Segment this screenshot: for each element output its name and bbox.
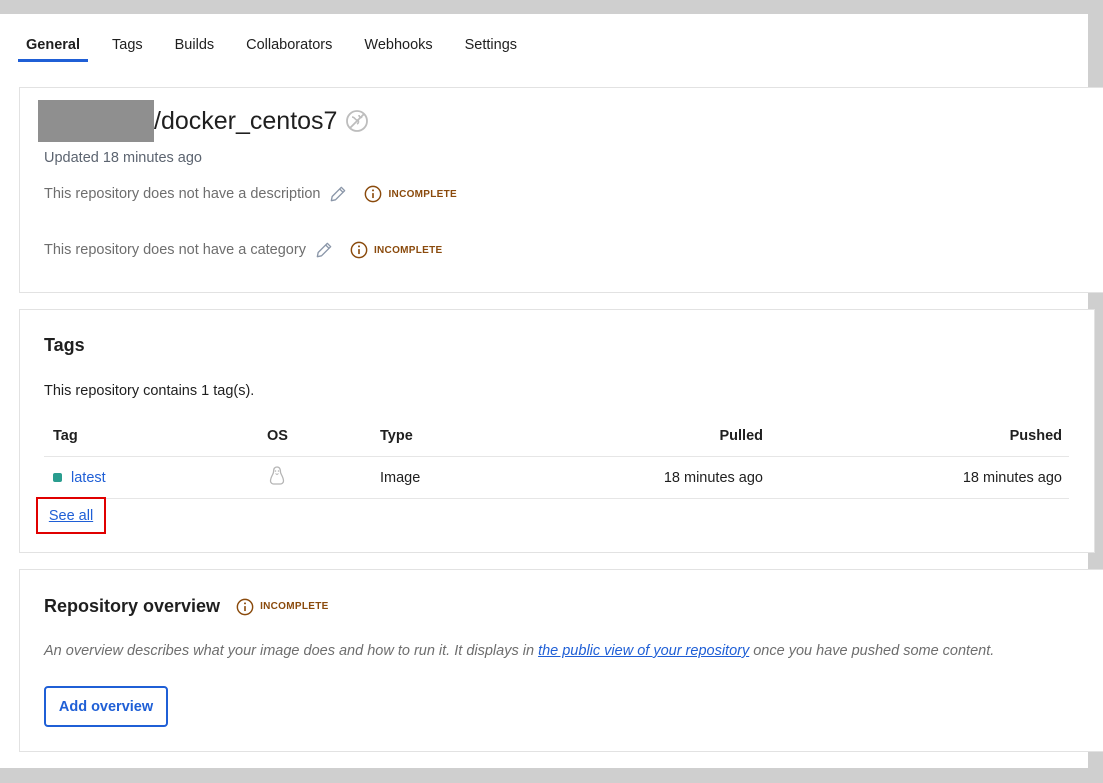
updated-time: Updated 18 minutes ago — [44, 150, 202, 166]
tag-cell: latest — [44, 470, 244, 486]
incomplete-label: INCOMPLETE — [373, 244, 443, 256]
overview-description: An overview describes what your image do… — [44, 643, 994, 659]
type-cell: Image — [380, 469, 421, 486]
tab-settings[interactable]: Settings — [457, 36, 525, 62]
overview-title: Repository overview — [44, 596, 221, 616]
tags-card: Tags This repository contains 1 tag(s). … — [19, 309, 1095, 553]
repository-page: General Tags Builds Collaborators Webhoo… — [0, 14, 1103, 768]
category-incomplete-badge: INCOMPLETE — [350, 241, 443, 259]
header-os: OS — [267, 428, 288, 444]
tags-section-title: Tags — [44, 335, 85, 355]
linux-icon — [269, 465, 285, 485]
info-icon — [350, 241, 368, 259]
table-row: latest Image 18 minutes ago 18 minutes a… — [44, 456, 1069, 499]
tab-bar: General Tags Builds Collaborators Webhoo… — [18, 36, 541, 64]
description-row: This repository does not have a descript… — [44, 184, 457, 204]
incomplete-label: INCOMPLETE — [260, 601, 329, 612]
status-dot — [53, 473, 62, 482]
info-icon — [236, 598, 254, 615]
repository-name: /docker_centos7 — [38, 100, 369, 142]
see-all-highlight: See all — [36, 497, 106, 534]
tags-count-text: This repository contains 1 tag(s). — [44, 383, 255, 399]
tab-general[interactable]: General — [18, 36, 88, 62]
category-text: This repository does not have a category — [44, 242, 306, 258]
category-row: This repository does not have a category… — [44, 240, 443, 260]
overview-incomplete-badge: INCOMPLETE — [236, 598, 329, 616]
overview-title-row: Repository overview INCOMPLETE — [44, 596, 329, 617]
description-incomplete-badge: INCOMPLETE — [364, 185, 457, 203]
header-tag: Tag — [53, 428, 78, 444]
edit-description-pencil-icon[interactable] — [328, 184, 348, 204]
overview-desc-after: once you have pushed some content. — [749, 643, 995, 659]
tags-table-header: Tag OS Type Pulled Pushed — [44, 416, 1069, 456]
header-type: Type — [380, 428, 413, 444]
repository-title: /docker_centos7 — [154, 106, 338, 135]
description-text: This repository does not have a descript… — [44, 186, 321, 202]
overview-desc-before: An overview describes what your image do… — [44, 643, 539, 659]
repository-overview-card: Repository overview INCOMPLETE An overvi… — [19, 569, 1103, 752]
edit-category-pencil-icon[interactable] — [314, 240, 334, 260]
pushed-cell: 18 minutes ago — [962, 469, 1062, 486]
tab-webhooks[interactable]: Webhooks — [356, 36, 440, 62]
repository-info-card: /docker_centos7 Updated 18 minutes ago T… — [19, 87, 1103, 293]
tab-collaborators[interactable]: Collaborators — [238, 36, 340, 62]
public-view-link[interactable]: the public view of your repository — [538, 643, 749, 659]
tab-builds[interactable]: Builds — [167, 36, 223, 62]
header-pushed: Pushed — [1009, 428, 1062, 444]
tags-table: Tag OS Type Pulled Pushed latest Image 1… — [44, 416, 1069, 499]
see-all-link[interactable]: See all — [49, 508, 93, 524]
tag-link-latest[interactable]: latest — [71, 470, 106, 486]
tab-tags[interactable]: Tags — [104, 36, 151, 62]
globe-slash-icon — [346, 110, 369, 132]
redacted-namespace — [38, 100, 154, 142]
incomplete-label: INCOMPLETE — [388, 188, 458, 200]
os-cell — [244, 465, 344, 491]
info-icon — [365, 185, 382, 203]
header-pulled: Pulled — [719, 428, 763, 444]
add-overview-button[interactable]: Add overview — [44, 686, 168, 727]
pulled-cell: 18 minutes ago — [663, 469, 763, 486]
